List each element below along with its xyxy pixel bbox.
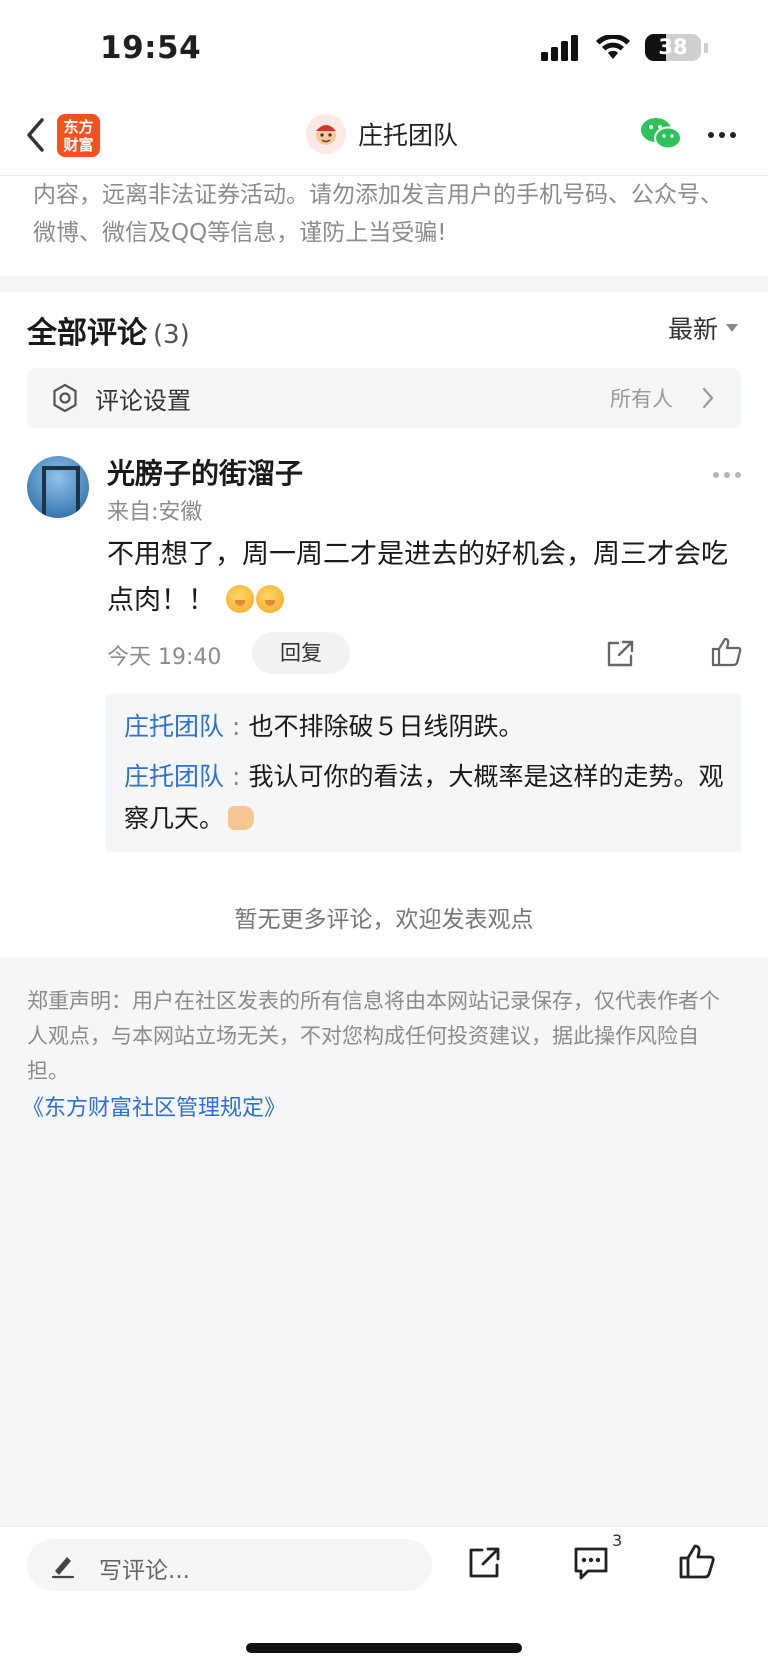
wechat-icon[interactable] bbox=[640, 116, 682, 152]
sort-dropdown[interactable]: 最新 bbox=[668, 310, 738, 346]
battery-icon: 38 bbox=[645, 34, 701, 61]
more-options-icon[interactable] bbox=[706, 122, 738, 148]
comment-text: 不用想了，周一周二才是进去的好机会，周三才会吃点肉！！ bbox=[107, 532, 747, 624]
replies-block: 庄托团队: 也不排除破５日线阴跌。 庄托团队: 我认可你的看法，大概率是这样的走势。… bbox=[106, 694, 741, 852]
comment-icon[interactable] bbox=[572, 1545, 610, 1581]
share-icon[interactable] bbox=[466, 1545, 502, 1581]
team-avatar bbox=[306, 114, 346, 154]
eastmoney-logo[interactable]: 东方 财富 bbox=[57, 114, 100, 157]
reply-text: 也不排除破５日线阴跌。 bbox=[248, 712, 524, 741]
caret-down-icon bbox=[726, 324, 738, 332]
chevron-right-icon bbox=[702, 387, 714, 409]
mascot-icon bbox=[316, 125, 336, 145]
comment-timestamp: 今天 19:40 bbox=[107, 645, 222, 670]
reply-button[interactable]: 回复 bbox=[252, 632, 350, 674]
signal-icon bbox=[541, 34, 578, 61]
giggle-emoji-icon bbox=[255, 585, 284, 613]
battery-cap bbox=[704, 42, 708, 53]
avatar-image bbox=[42, 466, 80, 516]
comment-location: 来自:安徽 bbox=[107, 500, 203, 525]
status-time: 19:54 bbox=[100, 30, 202, 66]
reply-separator: : bbox=[232, 712, 241, 741]
comments-section: 全部评论 (3) 最新 评论设置 所有人 光膀子的街溜子 来自:安徽 不用想了，… bbox=[0, 292, 768, 958]
thumbs-up-icon[interactable] bbox=[678, 1543, 716, 1581]
giggle-emoji-icon bbox=[225, 585, 254, 613]
reply-username[interactable]: 庄托团队 bbox=[124, 712, 224, 741]
home-indicator[interactable] bbox=[246, 1643, 522, 1653]
community-rules-link[interactable]: 《东方财富社区管理规定》 bbox=[22, 1090, 286, 1122]
comment-more-icon[interactable] bbox=[712, 470, 742, 480]
wifi-icon bbox=[596, 34, 630, 59]
comment-input[interactable]: 写评论... bbox=[27, 1539, 432, 1591]
gear-icon bbox=[53, 383, 77, 413]
reply-username[interactable]: 庄托团队 bbox=[124, 762, 224, 791]
comment-settings-value: 所有人 bbox=[610, 387, 673, 411]
nav-title-group[interactable]: 庄托团队 bbox=[306, 114, 458, 154]
disclaimer-text: 郑重声明：用户在社区发表的所有信息将由本网站记录保存，仅代表作者个人观点，与本网… bbox=[27, 989, 720, 1083]
share-icon[interactable] bbox=[604, 638, 636, 670]
comment-user-avatar[interactable] bbox=[27, 456, 89, 518]
comment-input-placeholder: 写评论... bbox=[99, 1558, 190, 1584]
comments-title: 全部评论 bbox=[27, 316, 147, 351]
status-bar: 19:54 38 bbox=[0, 0, 768, 100]
comment-count-badge: 3 bbox=[612, 1531, 623, 1550]
no-more-comments: 暂无更多评论，欢迎发表观点 bbox=[234, 907, 534, 933]
page-title: 庄托团队 bbox=[358, 121, 459, 150]
nav-bar: 东方 财富 庄托团队 bbox=[0, 100, 768, 176]
risk-notice: 内容，远离非法证券活动。请勿添加发言用户的手机号码、公众号、微博、微信及QQ等信… bbox=[0, 176, 768, 276]
back-arrow-icon[interactable] bbox=[20, 114, 50, 156]
comments-count: (3) bbox=[153, 320, 190, 350]
pencil-icon bbox=[51, 1557, 75, 1579]
thumbs-up-icon[interactable] bbox=[710, 636, 744, 668]
reply-item: 庄托团队: 也不排除破５日线阴跌。 bbox=[124, 706, 724, 748]
screen: 19:54 38 东方 财富 庄托团队 内容，远离非法证券活动。请勿添加发言用户… bbox=[0, 0, 768, 1665]
comment-body: 不用想了，周一周二才是进去的好机会，周三才会吃点肉！！ bbox=[107, 539, 728, 616]
battery-level: 38 bbox=[658, 35, 688, 59]
risk-notice-text: 内容，远离非法证券活动。请勿添加发言用户的手机号码、公众号、微博、微信及QQ等信… bbox=[33, 182, 723, 246]
reply-item: 庄托团队: 我认可你的看法，大概率是这样的走势。观察几天。 bbox=[124, 756, 724, 840]
comment-settings-label: 评论设置 bbox=[95, 387, 191, 415]
sort-label: 最新 bbox=[667, 315, 718, 344]
reply-separator: : bbox=[232, 762, 241, 791]
thumbs-up-emoji-icon bbox=[228, 806, 255, 830]
comment-username[interactable]: 光膀子的街溜子 bbox=[107, 452, 303, 492]
comments-heading: 全部评论 (3) bbox=[27, 308, 190, 352]
status-icons: 38 bbox=[541, 34, 708, 61]
comment-settings-row[interactable]: 评论设置 所有人 bbox=[27, 368, 741, 428]
